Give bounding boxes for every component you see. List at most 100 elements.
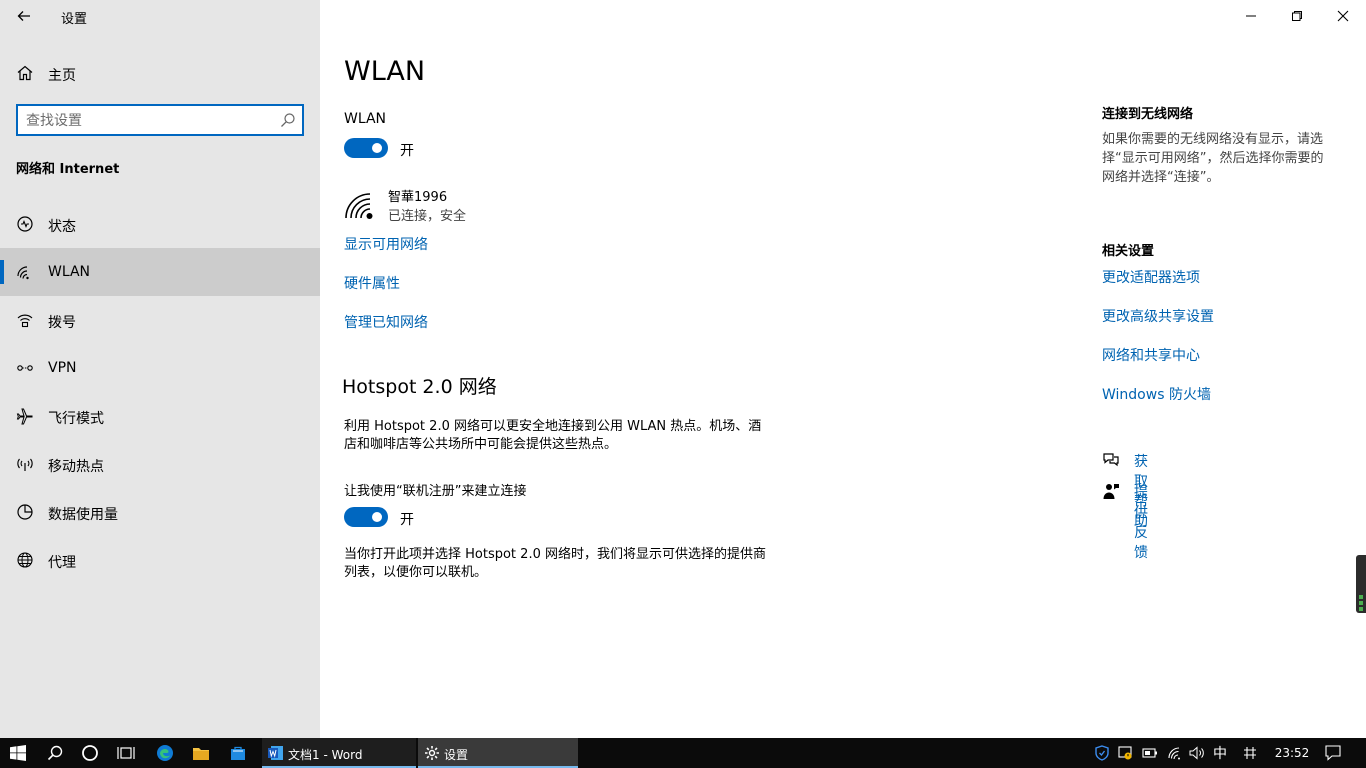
network-sharing-center-link[interactable]: 网络和共享中心 [1102,345,1200,365]
edge-browser-icon [157,745,173,761]
tray-wifi[interactable] [1164,738,1186,768]
wlan-toggle[interactable] [344,138,388,158]
close-button[interactable] [1320,0,1366,32]
globe-icon [17,552,33,568]
minimize-button[interactable] [1228,0,1274,32]
windows-logo-icon [10,745,26,761]
sidebar-section-title: 网络和 Internet [16,162,120,177]
advanced-sharing-settings-link[interactable]: 更改高级共享设置 [1102,306,1214,326]
taskbar-app-word[interactable]: 文档1 - Word [262,738,416,768]
taskbar-app-settings[interactable]: 设置 [418,738,578,768]
tray-network-alert[interactable] [1115,738,1135,768]
data-usage-icon [17,504,33,520]
taskbar-edge[interactable] [148,738,182,768]
taskbar-search-button[interactable] [38,738,72,768]
word-icon [268,746,283,760]
task-view-button[interactable] [108,738,144,768]
sidebar-item-label: WLAN [48,264,91,280]
search-input[interactable] [26,111,276,131]
show-available-networks-link[interactable]: 显示可用网络 [344,234,428,254]
airplane-icon [16,408,33,425]
cortana-circle-icon [82,745,98,761]
search-icon [47,745,63,761]
tray-ime-mode[interactable]: 中 [1208,738,1232,768]
start-button[interactable] [0,738,36,768]
sidebar-item-label: 飞行模式 [48,411,104,427]
online-signup-toggle[interactable] [344,507,388,527]
wifi-icon [17,266,29,280]
wlan-label: WLAN [344,111,387,127]
cortana-button[interactable] [72,738,108,768]
connect-wireless-title: 连接到无线网络 [1102,107,1194,122]
sidebar-item-home-label: 主页 [48,68,76,84]
store-bag-icon [231,746,245,760]
sidebar-item-status[interactable]: 状态 [0,200,320,248]
taskbar: 文档1 - Word 设置 中 23:52 [0,738,1366,768]
dialup-icon [17,314,33,328]
sidebar-item-dialup[interactable]: 拨号 [0,296,320,344]
sidebar-item-home[interactable]: 主页 [0,56,320,90]
battery-icon [1142,748,1157,758]
connect-wireless-description-line: 择“显示可用网络”，然后选择你需要的 [1102,151,1324,166]
hotspot-section-title: Hotspot 2.0 网络 [342,376,497,398]
network-name[interactable]: 智華1996 [388,186,447,205]
tray-battery[interactable] [1140,738,1160,768]
sidebar-item-label: 移动热点 [48,459,104,475]
sidebar-item-label: 状态 [48,219,76,235]
taskbar-file-explorer[interactable] [184,738,218,768]
volume-indicator[interactable] [1356,555,1366,613]
app-title: 设置 [61,12,88,27]
search-icon[interactable] [280,112,296,128]
restore-button[interactable] [1274,0,1320,32]
hardware-properties-link[interactable]: 硬件属性 [344,273,400,293]
connect-wireless-description-line: 如果你需要的无线网络没有显示，请选 [1102,132,1324,147]
sidebar-item-label: 数据使用量 [48,507,118,523]
sidebar-item-wlan[interactable]: WLAN [0,248,320,296]
sidebar-item-label: 代理 [48,555,76,571]
sidebar-item-proxy[interactable]: 代理 [0,536,320,584]
sidebar-item-vpn[interactable]: VPN [0,344,320,392]
tray-defender[interactable] [1092,738,1112,768]
action-center-button[interactable] [1322,738,1344,768]
task-view-icon [117,747,135,759]
main-content: WLAN WLAN 开 智華1996 已连接，安全 显示可用网络 硬件属性 管理… [320,0,1366,738]
online-signup-note-line: 当你打开此项并选择 Hotspot 2.0 网络时，我们将显示可供选择的提供商 [344,547,766,562]
online-signup-note: 当你打开此项并选择 Hotspot 2.0 网络时，我们将显示可供选择的提供商 … [344,546,824,582]
hotspot-description-line: 店和咖啡店等公共场所中可能会提供这些热点。 [344,437,618,452]
tray-ime-options[interactable] [1238,738,1262,768]
tray-volume[interactable] [1186,738,1208,768]
restore-icon [1292,11,1302,21]
network-alert-icon [1118,746,1132,760]
wlan-toggle-state: 开 [400,143,414,159]
folder-icon [193,748,209,760]
network-status: 已连接，安全 [388,209,467,224]
back-button[interactable] [10,4,38,28]
change-adapter-options-link[interactable]: 更改适配器选项 [1102,267,1200,287]
sidebar-item-airplane[interactable]: 飞行模式 [0,392,320,440]
vpn-icon [17,365,33,371]
notification-icon [1325,745,1341,761]
shield-icon [1095,745,1109,761]
taskbar-app-label: 设置 [444,748,469,762]
related-settings-title: 相关设置 [1102,244,1155,259]
hotspot-icon [17,458,33,471]
speaker-icon [1189,746,1204,760]
sidebar-item-hotspot[interactable]: 移动热点 [0,440,320,488]
windows-firewall-link[interactable]: Windows 防火墙 [1102,384,1211,404]
taskbar-clock[interactable]: 23:52 [1262,746,1322,760]
sidebar-item-data-usage[interactable]: 数据使用量 [0,488,320,536]
help-chat-icon [1103,453,1119,467]
online-signup-toggle-state: 开 [400,512,414,528]
give-feedback-link[interactable]: 提供反馈 [1134,482,1148,562]
home-icon [17,65,33,81]
gear-icon [425,746,439,760]
taskbar-app-label: 文档1 - Word [288,748,363,762]
connect-wireless-description: 如果你需要的无线网络没有显示，请选 择“显示可用网络”，然后选择你需要的 网络并… [1102,130,1346,187]
taskbar-store[interactable] [220,738,256,768]
status-icon [17,216,33,232]
feedback-person-icon [1103,484,1119,499]
wifi-signal-icon[interactable] [344,188,378,222]
online-signup-note-line: 列表，以便你可以联机。 [344,565,488,580]
search-box[interactable] [16,104,304,136]
manage-known-networks-link[interactable]: 管理已知网络 [344,312,428,332]
